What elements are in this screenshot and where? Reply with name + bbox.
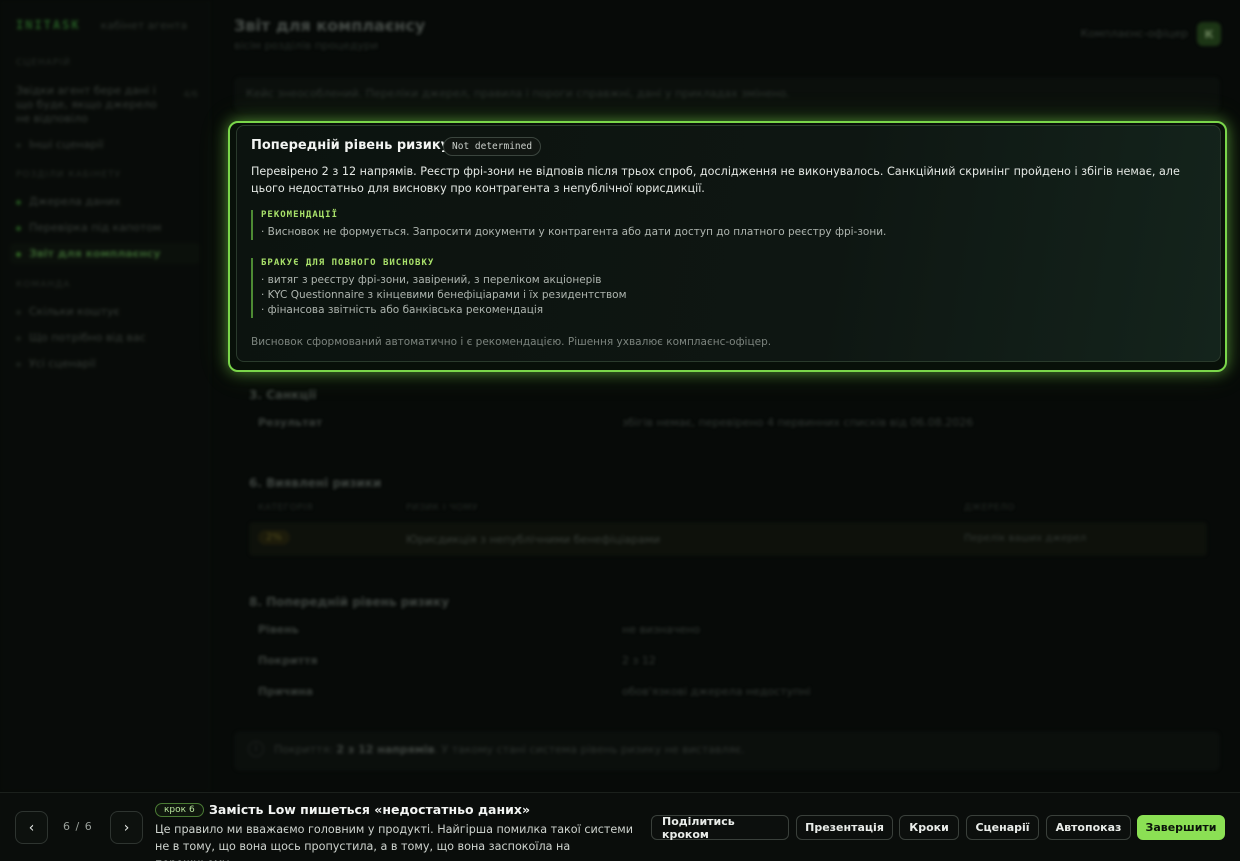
risk-card-body: Попередній рівень ризику Not determined … bbox=[236, 125, 1221, 362]
scenarios-button[interactable]: Сценарії bbox=[966, 815, 1039, 840]
page-title: Звіт для комплаєнсу bbox=[234, 16, 426, 35]
step-description: Це правило ми вважаємо головним у продук… bbox=[155, 823, 634, 861]
missing-data-heading: БРАКУЄ ДЛЯ ПОВНОГО ВИСНОВКУ bbox=[261, 258, 435, 268]
page-subtitle: вісім розділів процедури bbox=[234, 39, 379, 52]
sidebar-item-compliance-report[interactable]: Звіт для комплаєнсу bbox=[10, 243, 200, 264]
missing-data-block: БРАКУЄ ДЛЯ ПОВНОГО ВИСНОВКУ · витяг з ре… bbox=[251, 258, 627, 318]
bullet-icon bbox=[16, 362, 21, 367]
bullet-icon bbox=[16, 226, 21, 231]
sidebar-item-label: Інші сценарії bbox=[29, 138, 104, 151]
sidebar-item-label: Усі сценарії bbox=[29, 357, 96, 370]
highlighted-risk-card: Попередній рівень ризику Not determined … bbox=[228, 121, 1227, 372]
sidebar-item-all-scenarios[interactable]: Усі сценарії bbox=[10, 353, 200, 374]
sidebar-item-intro[interactable]: Звідки агент бере дані і що буде, якщо д… bbox=[10, 80, 200, 130]
anonymization-notice: Кейс знеособлений. Переліки джерел, прав… bbox=[234, 77, 1220, 111]
recommendations-heading: РЕКОМЕНДАЦІЇ bbox=[261, 210, 339, 220]
sidebar-item-label: Джерела даних bbox=[29, 195, 121, 208]
brand: INITASK кабінет агента bbox=[16, 18, 187, 32]
sidebar: INITASK кабінет агента сценарій Звідки а… bbox=[0, 0, 210, 792]
info-icon: i bbox=[248, 741, 264, 757]
sidebar-section-scenario: сценарій bbox=[16, 58, 71, 68]
risk-level-badge: 2% bbox=[258, 530, 290, 545]
share-step-button[interactable]: Поділитись кроком bbox=[651, 815, 789, 841]
steps-button[interactable]: Кроки bbox=[899, 815, 959, 840]
bullet-icon bbox=[16, 310, 21, 315]
presentation-button[interactable]: Презентація bbox=[796, 815, 893, 840]
sidebar-item-label: Скільки коштує bbox=[29, 305, 120, 318]
column-header-source: джерело bbox=[964, 503, 1015, 513]
section-sanctions-heading: 3. Санкції bbox=[249, 388, 317, 402]
sanctions-result-label: Результат bbox=[258, 416, 323, 429]
missing-item: · фінансова звітність або банківська рек… bbox=[261, 304, 544, 316]
sidebar-item-label: Що потрібно від вас bbox=[29, 331, 146, 344]
sanctions-result-value: збігів немає, перевірено 4 первинних спи… bbox=[622, 416, 974, 429]
missing-item: · витяг з реєстру фрі-зони, завірений, з… bbox=[261, 274, 602, 286]
bullet-icon bbox=[16, 336, 21, 341]
brand-subtitle: кабінет агента bbox=[100, 19, 188, 32]
bullet-icon bbox=[16, 200, 21, 205]
brand-logo[interactable]: INITASK bbox=[16, 18, 81, 32]
chevron-left-icon: ‹ bbox=[28, 819, 35, 836]
step-badge: крок 6 bbox=[155, 803, 204, 817]
sidebar-item-pricing[interactable]: Скільки коштує bbox=[10, 301, 200, 322]
user-role: Комплаєнс-офіцер bbox=[1080, 27, 1188, 40]
coverage-note-prefix: Покриття: bbox=[274, 743, 337, 756]
status-badge: Not determined bbox=[443, 137, 542, 156]
prelim-coverage-label: Покриття bbox=[258, 654, 318, 667]
tour-bar: ‹ 6 / 6 › крок 6 Замість Low пишеться «н… bbox=[0, 792, 1240, 861]
coverage-note-rest: . У такому стані система рівень ризику н… bbox=[434, 743, 745, 756]
coverage-note: Покриття: 2 з 12 напрямів. У такому стан… bbox=[234, 731, 1220, 771]
sidebar-item-other-scenarios[interactable]: Інші сценарії bbox=[10, 134, 200, 155]
prelim-reason-value: обов'язкові джерела недоступні bbox=[622, 685, 811, 698]
missing-item: · KYC Questionnaire з кінцевими бенефіці… bbox=[261, 289, 627, 301]
autoplay-button[interactable]: Автопоказ bbox=[1046, 815, 1131, 840]
sidebar-item-label: Звіт для комплаєнсу bbox=[29, 247, 161, 260]
sidebar-section-team: команда bbox=[16, 280, 71, 290]
coverage-note-bold: 2 з 12 напрямів bbox=[336, 743, 435, 756]
avatar[interactable]: К bbox=[1197, 22, 1221, 46]
sidebar-item-label: Перевірка під капотом bbox=[29, 221, 162, 234]
risk-description: Юрисдикція з непублічними бенефіціарами bbox=[406, 533, 661, 546]
prelim-reason-label: Причина bbox=[258, 685, 314, 698]
progress-badge: 4/6 bbox=[183, 90, 198, 100]
prelim-level-value: не визначено bbox=[622, 623, 701, 636]
sidebar-item-requirements[interactable]: Що потрібно від вас bbox=[10, 327, 200, 348]
recommendations-block: РЕКОМЕНДАЦІЇ · Висновок не формується. З… bbox=[251, 210, 886, 240]
risk-source: Перелік ваших джерел bbox=[964, 533, 1087, 544]
step-counter: 6 / 6 bbox=[63, 820, 93, 833]
auto-disclaimer: Висновок сформований автоматично і є рек… bbox=[251, 336, 772, 348]
section-risks-heading: 6. Виявлені ризики bbox=[249, 476, 382, 490]
bullet-icon bbox=[16, 252, 21, 257]
recommendation-item: · Висновок не формується. Запросити доку… bbox=[261, 226, 887, 238]
risk-card-summary: Перевірено 2 з 12 напрямів. Реєстр фрі-з… bbox=[251, 165, 1180, 195]
sidebar-section-sections: розділи кабінету bbox=[16, 170, 122, 180]
column-header-risk: ризик і чому bbox=[406, 503, 478, 513]
sidebar-item-sources[interactable]: Джерела даних bbox=[10, 191, 200, 212]
sidebar-item-under-hood[interactable]: Перевірка під капотом bbox=[10, 217, 200, 238]
finish-button[interactable]: Завершити bbox=[1137, 815, 1225, 840]
prelim-level-label: Рівень bbox=[258, 623, 299, 636]
prelim-coverage-value: 2 з 12 bbox=[622, 654, 656, 667]
bullet-icon bbox=[16, 143, 21, 148]
section-prelim-heading: 8. Попередній рівень ризику bbox=[249, 595, 450, 609]
previous-step-button[interactable]: ‹ bbox=[15, 811, 48, 844]
risk-card-title: Попередній рівень ризику bbox=[251, 138, 450, 153]
sidebar-item-label: Звідки агент бере дані і що буде, якщо д… bbox=[16, 84, 157, 125]
step-title: Замість Low пишеться «недостатньо даних» bbox=[209, 802, 531, 817]
chevron-right-icon: › bbox=[123, 819, 130, 836]
next-step-button[interactable]: › bbox=[110, 811, 143, 844]
column-header-category: категорія bbox=[258, 503, 314, 513]
